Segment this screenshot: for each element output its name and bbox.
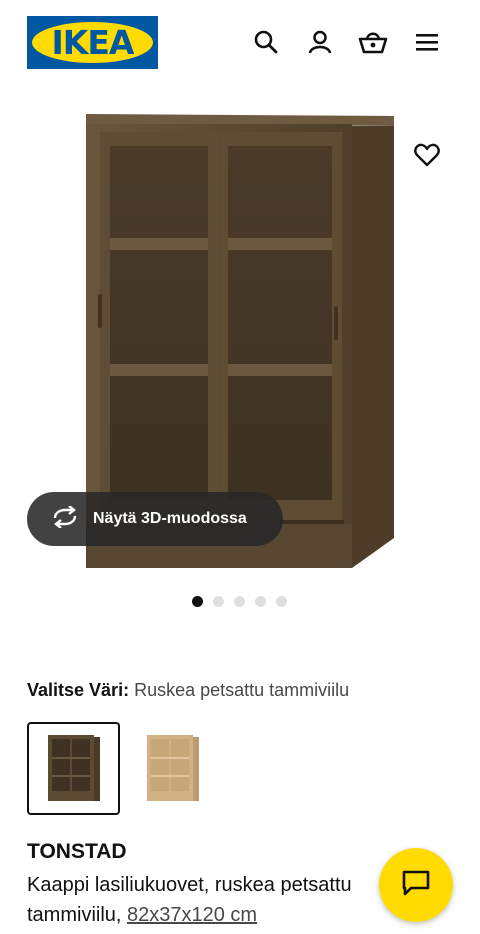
carousel-dot-4[interactable] bbox=[255, 596, 266, 607]
carousel-dot-3[interactable] bbox=[234, 596, 245, 607]
product-name: TONSTAD bbox=[27, 840, 127, 863]
product-dimensions-link[interactable]: 82x37x120 cm bbox=[127, 904, 257, 926]
chat-icon bbox=[401, 869, 431, 902]
favorite-heart-icon[interactable] bbox=[410, 138, 444, 172]
chat-button[interactable] bbox=[379, 848, 453, 922]
user-icon[interactable] bbox=[305, 27, 335, 57]
site-header: IKEA bbox=[0, 0, 480, 86]
carousel-dot-1[interactable] bbox=[192, 596, 203, 607]
search-icon[interactable] bbox=[251, 27, 281, 57]
menu-icon[interactable] bbox=[412, 27, 442, 57]
view-3d-button[interactable]: Näytä 3D-muodossa bbox=[27, 492, 283, 546]
carousel-indicator bbox=[192, 596, 287, 607]
view-3d-label: Näytä 3D-muodossa bbox=[93, 510, 247, 527]
color-option-brown-stained-oak[interactable] bbox=[27, 722, 120, 815]
carousel-dot-2[interactable] bbox=[213, 596, 224, 607]
ikea-logo[interactable]: IKEA bbox=[27, 16, 158, 69]
color-selection-line: Valitse Väri: Ruskea petsattu tammiviilu bbox=[27, 680, 349, 701]
logo-text: IKEA bbox=[51, 23, 135, 62]
color-value: Ruskea petsattu tammiviilu bbox=[134, 680, 350, 700]
color-option-white-stained-oak[interactable] bbox=[126, 722, 219, 815]
product-description: Kaappi lasiliukuovet, ruskea petsattu ta… bbox=[27, 870, 397, 930]
cart-icon[interactable] bbox=[358, 27, 388, 57]
carousel-dot-5[interactable] bbox=[276, 596, 287, 607]
color-label: Valitse Väri: bbox=[27, 680, 130, 700]
rotate-3d-icon bbox=[51, 504, 79, 533]
